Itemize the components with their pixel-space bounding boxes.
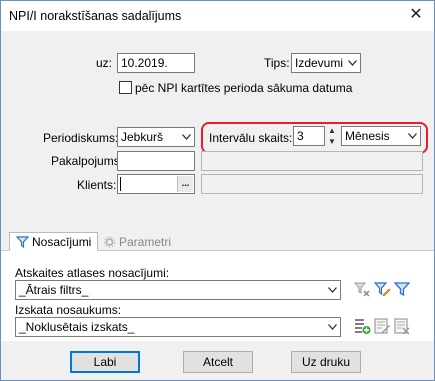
chevron-down-icon[interactable] [344, 54, 360, 72]
klients-description [201, 174, 423, 194]
uz-label: uz: [96, 56, 113, 70]
filter-icon[interactable] [393, 280, 411, 298]
pakalpojums-label: Pakalpojums: [51, 154, 124, 168]
filter-label: Atskaites atlases nosacījumi: [15, 266, 170, 280]
tab-parametri[interactable]: Parametri [97, 232, 177, 251]
filter-icon [16, 235, 29, 248]
tab-nosacijumi-label: Nosacījumi [32, 234, 92, 249]
periodiskums-label: Periodiskums: [43, 131, 119, 145]
layout-select[interactable]: _Noklusētais izskats_ [15, 317, 341, 337]
title-bar: NPI/I norakstīšanas sadalījums ✕ [1, 1, 434, 31]
pakalpojums-description [201, 151, 423, 171]
filter-select-value: _Ātrais filtrs_ [19, 283, 89, 297]
layout-edit-icon[interactable] [373, 317, 391, 335]
klients-browse-button[interactable]: ... [177, 176, 193, 192]
tips-label: Tips: [264, 56, 290, 70]
tips-select[interactable]: Izdevumi [291, 53, 361, 73]
highlight-outline [201, 122, 428, 154]
gear-icon [104, 236, 115, 247]
tab-parametri-label: Parametri [119, 234, 172, 249]
klients-input[interactable]: ... [117, 174, 195, 194]
chevron-down-icon[interactable] [178, 128, 194, 146]
filter-edit-icon[interactable] [373, 280, 391, 298]
print-button[interactable]: Uz druku [291, 351, 361, 373]
text-cursor [120, 177, 121, 191]
layout-add-icon[interactable] [353, 317, 371, 335]
pakalpojums-input[interactable] [117, 151, 195, 171]
ok-button[interactable]: Labi [70, 351, 140, 373]
chevron-down-icon[interactable] [324, 318, 340, 336]
tips-select-value: Izdevumi [295, 56, 344, 70]
klients-label: Klients: [77, 178, 117, 192]
period-start-checkbox-label: pēc NPI kartītes perioda sākuma datuma [135, 81, 353, 95]
tab-nosacijumi[interactable]: Nosacījumi [9, 232, 99, 251]
periodiskums-select[interactable]: Jebkurš [117, 127, 195, 147]
layout-label: Izskata nosaukums: [15, 303, 122, 317]
periodiskums-select-value: Jebkurš [121, 130, 164, 144]
filter-select[interactable]: _Ātrais filtrs_ [15, 280, 341, 300]
layout-delete-icon[interactable] [393, 317, 411, 335]
window-title: NPI/I norakstīšanas sadalījums [9, 9, 182, 23]
dialog-window: NPI/I norakstīšanas sadalījums ✕ uz: 10.… [0, 0, 435, 381]
close-icon[interactable]: ✕ [408, 7, 424, 23]
filter-clear-icon[interactable] [353, 280, 371, 298]
cancel-button[interactable]: Atcelt [183, 351, 253, 373]
chevron-down-icon[interactable] [324, 281, 340, 299]
period-start-checkbox[interactable] [119, 81, 132, 94]
uz-date-field[interactable]: 10.2019. [117, 53, 195, 73]
layout-select-value: _Noklusētais izskats_ [19, 320, 135, 334]
